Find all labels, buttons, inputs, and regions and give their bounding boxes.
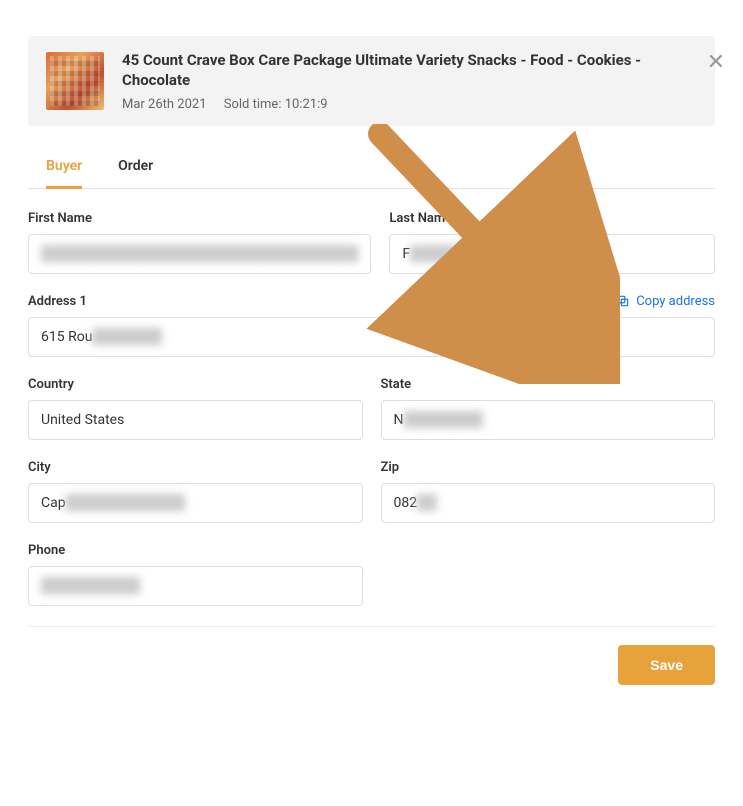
last-name-blur: █████████	[410, 245, 499, 262]
phone-label: Phone	[28, 543, 363, 558]
country-value: United States	[41, 412, 124, 428]
product-thumbnail	[46, 52, 104, 110]
city-clear: Cap	[41, 495, 66, 511]
address1-label: Address 1	[28, 294, 87, 309]
state-blur: ████████	[404, 411, 483, 428]
zip-field[interactable]: 082██	[381, 483, 716, 523]
city-label: City	[28, 460, 363, 475]
zip-blur: ██	[417, 494, 437, 511]
tab-buyer[interactable]: Buyer	[46, 148, 82, 189]
last-name-clear: F	[402, 246, 410, 262]
close-icon[interactable]: ✕	[707, 52, 725, 74]
sold-time: Sold time: 10:21:9	[224, 97, 328, 112]
order-date: Mar 26th 2021	[122, 97, 207, 112]
first-name-label: First Name	[28, 211, 371, 226]
country-label: Country	[28, 377, 363, 392]
tab-bar: Buyer Order	[28, 148, 715, 189]
address1-field[interactable]: 615 Rou███████	[28, 317, 715, 357]
zip-label: Zip	[381, 460, 716, 475]
product-meta: Mar 26th 2021 Sold time: 10:21:9	[122, 97, 697, 112]
phone-value: ██████████	[41, 577, 140, 594]
address1-blur: ███████	[92, 328, 161, 345]
city-blur: ████████████	[66, 494, 185, 511]
copy-address-label: Copy address	[636, 294, 715, 309]
state-clear: N	[394, 412, 404, 428]
phone-field[interactable]: ██████████	[28, 566, 363, 606]
state-field[interactable]: N████████	[381, 400, 716, 440]
address1-clear: 615 Rou	[41, 329, 92, 345]
last-name-label: Last Name	[389, 211, 715, 226]
zip-clear: 082	[394, 495, 418, 511]
copy-address-button[interactable]: Copy address	[616, 294, 715, 309]
city-field[interactable]: Cap████████████	[28, 483, 363, 523]
first-name-field[interactable]: ████████████████████████████████	[28, 234, 371, 274]
save-button[interactable]: Save	[618, 645, 715, 685]
product-title: 45 Count Crave Box Care Package Ultimate…	[122, 50, 697, 91]
state-label: State	[381, 377, 716, 392]
footer: Save	[0, 627, 743, 703]
buyer-form: First Name █████████████████████████████…	[0, 189, 743, 606]
last-name-field[interactable]: F█████████	[389, 234, 715, 274]
first-name-value: ████████████████████████████████	[41, 245, 358, 262]
country-field[interactable]: United States	[28, 400, 363, 440]
copy-icon	[616, 294, 630, 308]
product-header: 45 Count Crave Box Care Package Ultimate…	[28, 36, 715, 126]
tab-order[interactable]: Order	[118, 148, 153, 189]
